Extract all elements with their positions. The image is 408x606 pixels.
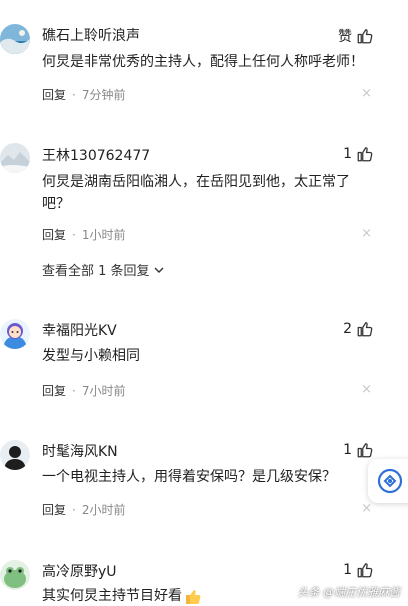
like-count: 1 bbox=[343, 146, 352, 162]
comment-meta: 回复 · 7分钟前 bbox=[42, 86, 125, 103]
timestamp: 7分钟前 bbox=[81, 88, 126, 102]
reply-link[interactable]: 回复 bbox=[42, 226, 66, 243]
username[interactable]: 礁石上聆听浪声 bbox=[42, 25, 140, 45]
close-icon[interactable]: × bbox=[361, 382, 372, 397]
separator-dot: · bbox=[72, 502, 76, 517]
separator-dot: · bbox=[72, 227, 76, 242]
separator-dot: · bbox=[72, 87, 76, 102]
comment-text: 何炅是湖南岳阳临湘人，在岳阳见到他，太正常了吧？ bbox=[42, 174, 350, 212]
username[interactable]: 时髦海风KN bbox=[42, 441, 118, 461]
avatar[interactable] bbox=[0, 440, 30, 470]
comment-text: 一个电视主持人，用得着安保吗？是几级安保？ bbox=[42, 469, 336, 485]
close-icon[interactable]: × bbox=[361, 86, 372, 101]
username[interactable]: 高冷原野yU bbox=[42, 561, 117, 581]
avatar-landscape-icon bbox=[0, 24, 30, 54]
view-all-label: 查看全部 1 条回复 bbox=[42, 264, 150, 279]
thumbs-up-icon bbox=[357, 443, 373, 458]
avatar-cartoon-icon bbox=[0, 319, 30, 349]
view-all-replies-link[interactable]: 查看全部 1 条回复 bbox=[42, 260, 165, 279]
like-count: 赞 bbox=[338, 29, 352, 45]
avatar[interactable] bbox=[0, 560, 30, 590]
thumbs-up-icon bbox=[357, 322, 373, 337]
share-circle-icon bbox=[377, 468, 403, 494]
comment-meta: 回复 · 1小时前 bbox=[42, 226, 125, 243]
comment-meta: 回复 · 7小时前 bbox=[42, 382, 125, 399]
reply-link[interactable]: 回复 bbox=[42, 501, 66, 518]
avatar-silhouette-icon bbox=[0, 440, 30, 470]
reply-link[interactable]: 回复 bbox=[42, 86, 66, 103]
comment-text: 何炅是非常优秀的主持人，配得上任何人称呼老师！ bbox=[42, 54, 364, 70]
like-button[interactable]: 1 bbox=[343, 561, 374, 579]
watermark: 头条 @端庄优雅麻酱 bbox=[297, 586, 401, 599]
timestamp: 2小时前 bbox=[81, 503, 126, 517]
like-button[interactable]: 赞 bbox=[338, 26, 374, 46]
timestamp: 7小时前 bbox=[81, 384, 126, 398]
thumbs-up-icon bbox=[357, 147, 373, 162]
timestamp: 1小时前 bbox=[81, 228, 126, 242]
avatar-frog-icon bbox=[0, 560, 30, 590]
thumbs-up-icon bbox=[357, 563, 373, 578]
reply-link[interactable]: 回复 bbox=[42, 382, 66, 399]
comment-text: 发型与小赖相同 bbox=[42, 348, 140, 364]
avatar[interactable] bbox=[0, 143, 30, 173]
like-button[interactable]: 1 bbox=[343, 145, 374, 163]
username[interactable]: 幸福阳光KV bbox=[42, 320, 117, 340]
like-count: 1 bbox=[343, 442, 352, 458]
like-button[interactable]: 1 bbox=[343, 441, 374, 459]
username[interactable]: 王林130762477 bbox=[42, 145, 150, 165]
floating-share-button[interactable] bbox=[368, 459, 408, 503]
comment-text-body: 其实何炅主持节目好看 bbox=[42, 588, 182, 604]
like-count: 2 bbox=[343, 321, 352, 337]
like-count: 1 bbox=[343, 562, 352, 578]
comment-meta: 回复 · 2小时前 bbox=[42, 501, 125, 518]
close-icon[interactable]: × bbox=[361, 501, 372, 516]
chevron-down-icon bbox=[154, 267, 164, 273]
like-button[interactable]: 2 bbox=[343, 320, 374, 338]
avatar[interactable] bbox=[0, 319, 30, 349]
close-icon[interactable]: × bbox=[361, 226, 372, 241]
separator-dot: · bbox=[72, 383, 76, 398]
thumbs-up-emoji-icon bbox=[186, 589, 201, 604]
avatar[interactable] bbox=[0, 24, 30, 54]
thumbs-up-icon bbox=[357, 29, 373, 44]
avatar-snow-icon bbox=[0, 143, 30, 173]
